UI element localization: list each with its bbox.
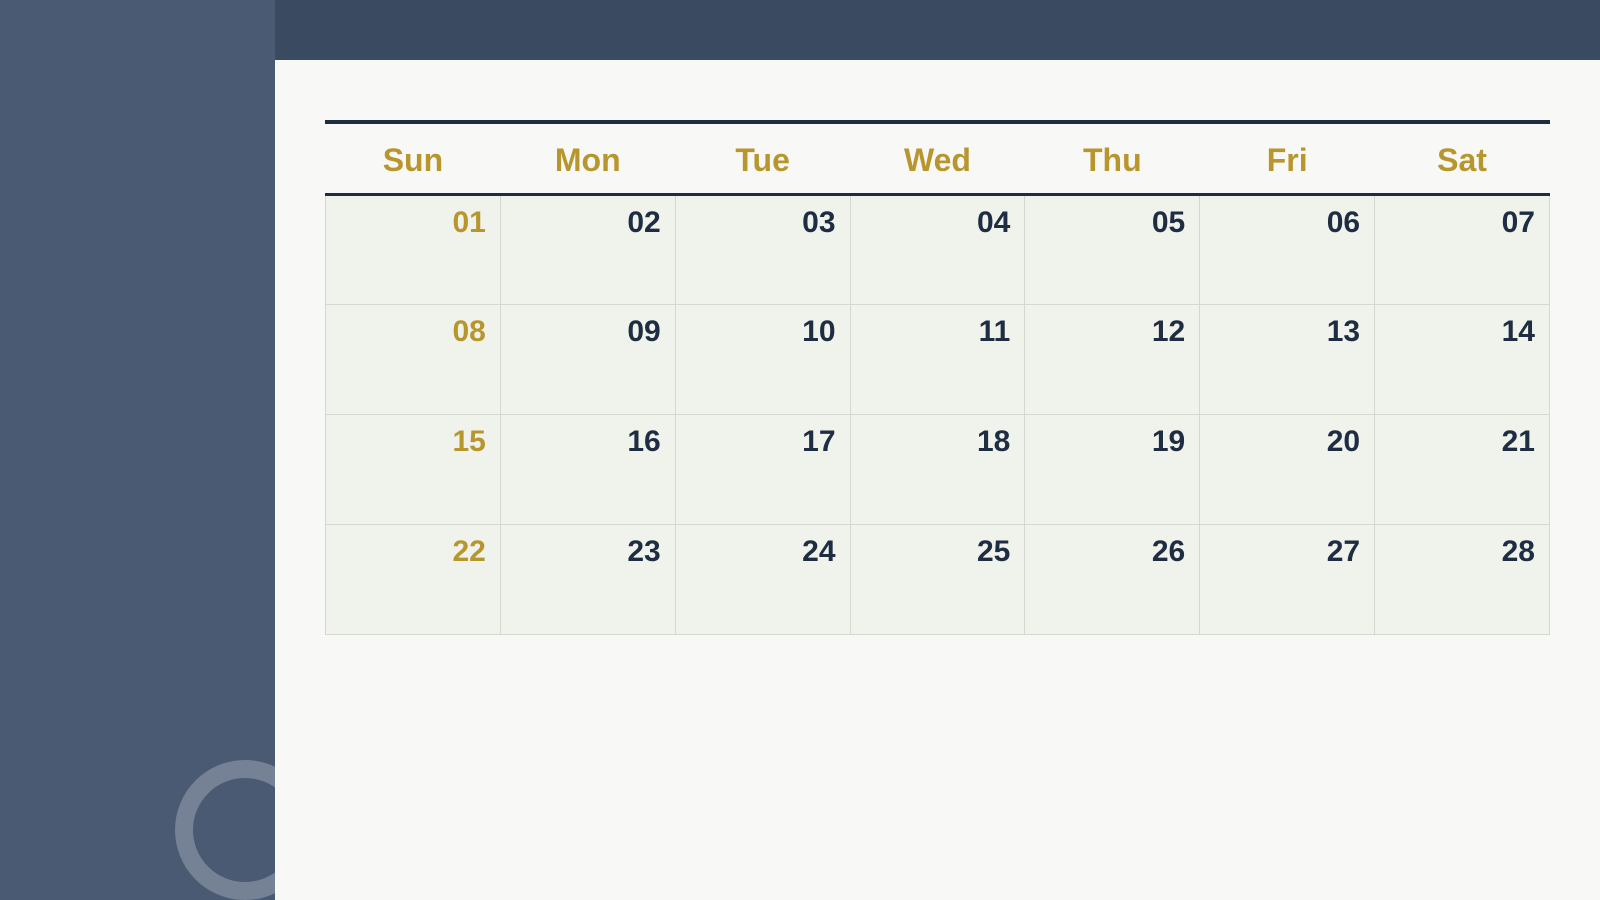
calendar-body: 01 02 03 04 05 06 07 08 09 10 11 12 13 14 15 16 17 18 19 20… [326, 195, 1550, 635]
calendar-cell: 07 [1375, 195, 1550, 305]
calendar-cell: 25 [850, 525, 1025, 635]
day-of-week-tue: Tue [675, 124, 850, 195]
calendar-cell: 12 [1025, 305, 1200, 415]
calendar-cell: 13 [1200, 305, 1375, 415]
calendar-cell: 16 [500, 415, 675, 525]
calendar-cell: 17 [675, 415, 850, 525]
day-number: 17 [690, 425, 836, 459]
calendar-card: SunMonTueWedThuFriSat 01 02 03 04 05 06 07 08 09… [275, 60, 1600, 900]
calendar-cell: 19 [1025, 415, 1200, 525]
calendar-cell: 28 [1375, 525, 1550, 635]
calendar-cell: 21 [1375, 415, 1550, 525]
day-number: 27 [1214, 535, 1360, 569]
calendar-cell: 04 [850, 195, 1025, 305]
calendar-cell: 22 [326, 525, 501, 635]
calendar-thead: SunMonTueWedThuFriSat [326, 124, 1550, 195]
day-of-week-mon: Mon [500, 124, 675, 195]
calendar-cell: 23 [500, 525, 675, 635]
calendar-grid: SunMonTueWedThuFriSat 01 02 03 04 05 06 07 08 09… [325, 124, 1550, 635]
calendar-cell: 18 [850, 415, 1025, 525]
day-of-week-sun: Sun [326, 124, 501, 195]
day-number: 22 [340, 535, 486, 569]
calendar-cell: 10 [675, 305, 850, 415]
day-number: 05 [1039, 206, 1185, 240]
calendar-cell: 06 [1200, 195, 1375, 305]
calendar-cell: 11 [850, 305, 1025, 415]
day-number: 08 [340, 315, 486, 349]
day-number: 12 [1039, 315, 1185, 349]
day-number: 04 [865, 206, 1011, 240]
calendar-cell: 08 [326, 305, 501, 415]
week-row-1: 01 02 03 04 05 06 07 [326, 195, 1550, 305]
day-number: 09 [515, 315, 661, 349]
day-number: 21 [1389, 425, 1535, 459]
calendar-cell: 14 [1375, 305, 1550, 415]
day-number: 07 [1389, 206, 1535, 240]
day-number: 10 [690, 315, 836, 349]
calendar-cell: 03 [675, 195, 850, 305]
day-number: 26 [1039, 535, 1185, 569]
day-number: 23 [515, 535, 661, 569]
day-of-week-fri: Fri [1200, 124, 1375, 195]
day-number: 28 [1389, 535, 1535, 569]
days-of-week-row: SunMonTueWedThuFriSat [326, 124, 1550, 195]
calendar-cell: 05 [1025, 195, 1200, 305]
calendar-cell: 15 [326, 415, 501, 525]
week-row-3: 15 16 17 18 19 20 21 [326, 415, 1550, 525]
calendar-cell: 26 [1025, 525, 1200, 635]
day-number: 14 [1389, 315, 1535, 349]
calendar-cell: 01 [326, 195, 501, 305]
calendar-cell: 27 [1200, 525, 1375, 635]
day-number: 19 [1039, 425, 1185, 459]
day-of-week-thu: Thu [1025, 124, 1200, 195]
week-row-4: 22 23 24 25 26 27 28 [326, 525, 1550, 635]
calendar-cell: 09 [500, 305, 675, 415]
day-number: 02 [515, 206, 661, 240]
day-number: 24 [690, 535, 836, 569]
day-number: 15 [340, 425, 486, 459]
day-number: 03 [690, 206, 836, 240]
day-of-week-wed: Wed [850, 124, 1025, 195]
day-number: 25 [865, 535, 1011, 569]
day-number: 11 [865, 315, 1011, 349]
day-number: 20 [1214, 425, 1360, 459]
day-number: 18 [865, 425, 1011, 459]
week-row-2: 08 09 10 11 12 13 14 [326, 305, 1550, 415]
top-bar [275, 0, 1600, 60]
calendar-cell: 20 [1200, 415, 1375, 525]
day-of-week-sat: Sat [1375, 124, 1550, 195]
calendar-cell: 24 [675, 525, 850, 635]
calendar-cell: 02 [500, 195, 675, 305]
day-number: 16 [515, 425, 661, 459]
day-number: 01 [340, 206, 486, 240]
day-number: 06 [1214, 206, 1360, 240]
day-number: 13 [1214, 315, 1360, 349]
